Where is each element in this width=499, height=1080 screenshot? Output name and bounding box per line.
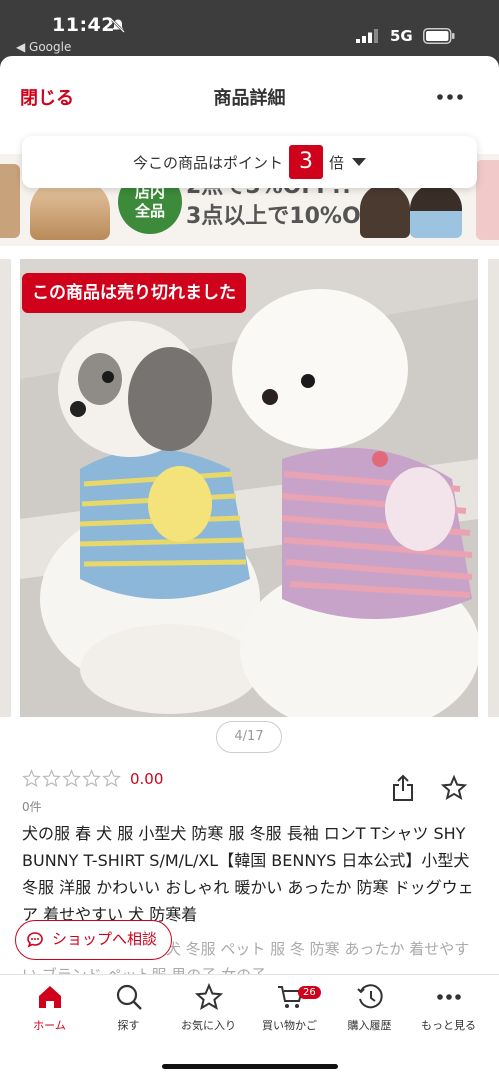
banner-dog-image: [0, 164, 20, 238]
banner-dog-image: [30, 180, 110, 240]
home-icon: [38, 986, 61, 1008]
more-dots-icon[interactable]: [437, 94, 463, 100]
tab-purchase-history[interactable]: 購入履歴: [328, 983, 411, 1033]
star-empty-icon: [62, 769, 81, 788]
product-image[interactable]: [20, 259, 478, 717]
favorite-star-icon[interactable]: [441, 775, 467, 801]
chat-bubble-icon: [27, 932, 43, 948]
banner-dog-image: [360, 184, 410, 238]
shop-consult-label: ショップへ相談: [52, 930, 158, 948]
rating-value: 0.00: [130, 769, 164, 788]
star-empty-icon: [102, 769, 121, 788]
product-photo-illustration: [20, 259, 478, 717]
status-bar: 11:42 ◀ Google 5G: [0, 0, 499, 58]
banner-dog-image: [410, 184, 462, 238]
tab-favorites[interactable]: お気に入り: [167, 983, 250, 1033]
review-count[interactable]: 0件: [22, 798, 42, 815]
network-type: 5G: [390, 27, 413, 45]
status-time: 11:42: [52, 14, 115, 36]
star-empty-icon: [22, 769, 41, 788]
back-to-app-link[interactable]: ◀ Google: [16, 40, 71, 54]
points-multiplier: 3: [289, 145, 323, 179]
points-suffix: 倍: [329, 153, 345, 172]
home-indicator[interactable]: [162, 1064, 338, 1069]
star-empty-icon: [42, 769, 61, 788]
signal-icon: [356, 29, 378, 43]
tab-label: お気に入り: [181, 1019, 236, 1032]
product-title: 犬の服 春 犬 服 小型犬 防寒 服 冬服 長袖 ロンT Tシャツ SHY BU…: [22, 824, 474, 924]
more-icon: [436, 994, 461, 1000]
tab-search[interactable]: 探す: [87, 983, 170, 1033]
share-icon[interactable]: [391, 774, 415, 802]
shop-consult-button[interactable]: ショップへ相談: [15, 920, 173, 960]
prev-image-peek[interactable]: [0, 259, 11, 717]
search-icon: [116, 984, 142, 1010]
banner-badge-line2: 全品: [134, 202, 165, 220]
bell-muted-icon: [111, 19, 125, 33]
tab-label: 購入履歴: [347, 1019, 392, 1032]
caret-down-icon: [352, 158, 367, 166]
page-title: 商品詳細: [213, 88, 286, 109]
nav-bar: 閉じる 商品詳細: [0, 56, 499, 136]
next-image-peek[interactable]: [488, 259, 499, 717]
tab-home[interactable]: ホーム: [8, 983, 91, 1033]
history-icon: [356, 984, 383, 1009]
rating-row[interactable]: 0.00: [22, 769, 163, 788]
tab-more[interactable]: もっと見る: [407, 983, 490, 1033]
star-icon: [194, 983, 223, 1010]
points-popup[interactable]: 今この商品はポイント 3 倍: [22, 136, 477, 188]
tab-cart[interactable]: 26 買い物かご: [248, 983, 331, 1033]
soldout-badge: この商品は売り切れました: [22, 273, 246, 313]
banner-dog-image: [476, 160, 499, 240]
tab-label: もっと見る: [421, 1019, 476, 1032]
tab-label: 探す: [117, 1019, 140, 1032]
star-empty-icon: [82, 769, 101, 788]
image-pager: 4/17: [216, 721, 282, 753]
tab-label: 買い物かご: [262, 1019, 317, 1032]
tab-label: ホーム: [33, 1019, 66, 1032]
cart-count-badge: 26: [298, 986, 321, 999]
battery-icon: [423, 28, 455, 44]
product-detail-sheet: 閉じる 商品詳細 店内 全品 2点で5%OFF!! 3点以上で10%OFF!! …: [0, 56, 499, 1080]
points-prefix: 今この商品はポイント: [132, 153, 283, 172]
